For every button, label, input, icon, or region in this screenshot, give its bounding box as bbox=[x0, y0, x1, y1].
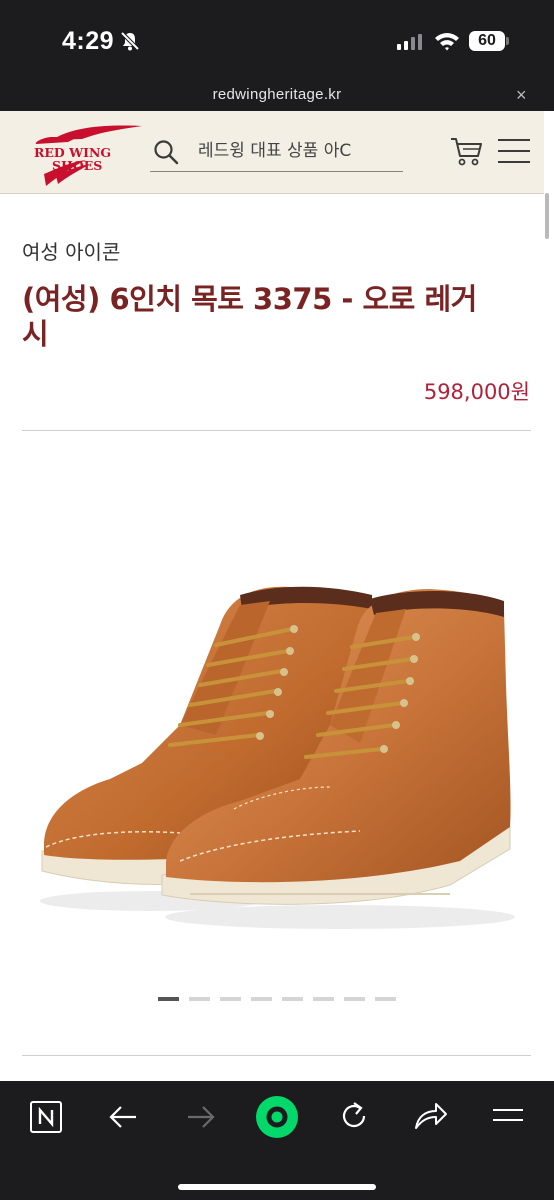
cart-icon[interactable] bbox=[450, 136, 484, 166]
search-input[interactable] bbox=[198, 138, 403, 164]
status-time: 4:29 bbox=[62, 27, 115, 55]
carousel-dot[interactable] bbox=[375, 997, 396, 1001]
browser-toolbar bbox=[0, 1081, 554, 1200]
site-header: RED WING SHOES bbox=[0, 111, 544, 194]
url-text[interactable]: redwingheritage.kr bbox=[0, 86, 554, 103]
carousel-dot[interactable] bbox=[251, 997, 272, 1001]
search-bar[interactable] bbox=[150, 133, 403, 172]
forward-arrow-icon[interactable] bbox=[186, 1102, 216, 1132]
status-bar: 4:29 60 bbox=[0, 0, 554, 80]
product-price: 598,000원 bbox=[423, 380, 530, 404]
battery-tip bbox=[506, 37, 509, 45]
carousel-dots bbox=[158, 997, 396, 1001]
menu-icon[interactable] bbox=[492, 1106, 524, 1128]
red-wing-logo[interactable]: RED WING SHOES bbox=[30, 118, 146, 188]
carousel-dot[interactable] bbox=[344, 997, 365, 1001]
product-category[interactable]: 여성 아이콘 bbox=[22, 236, 120, 265]
product-title: (여성) 6인치 목토 3375 - 오로 레거시 bbox=[22, 282, 477, 351]
carousel-dot[interactable] bbox=[282, 997, 303, 1001]
wifi-icon bbox=[435, 33, 459, 51]
bell-off-icon bbox=[120, 31, 140, 51]
close-icon[interactable]: × bbox=[516, 85, 527, 106]
page-scrollbar[interactable] bbox=[545, 193, 549, 239]
search-icon[interactable] bbox=[153, 139, 179, 165]
url-bar[interactable]: redwingheritage.kr × bbox=[0, 80, 554, 111]
carousel-dot[interactable] bbox=[220, 997, 241, 1001]
share-icon[interactable] bbox=[414, 1101, 448, 1131]
back-arrow-icon[interactable] bbox=[108, 1102, 138, 1132]
divider-bottom bbox=[22, 1055, 531, 1056]
reload-icon[interactable] bbox=[338, 1100, 370, 1132]
battery-indicator: 60 bbox=[469, 31, 505, 51]
carousel-dot[interactable] bbox=[189, 997, 210, 1001]
carousel-dot[interactable] bbox=[158, 997, 179, 1001]
green-dot-icon[interactable] bbox=[255, 1095, 299, 1139]
carousel-dot[interactable] bbox=[313, 997, 334, 1001]
divider-top bbox=[22, 430, 531, 431]
home-indicator[interactable] bbox=[178, 1184, 376, 1190]
naver-icon[interactable] bbox=[30, 1101, 62, 1133]
product-image[interactable] bbox=[30, 565, 524, 935]
signal-icon bbox=[397, 34, 422, 50]
hamburger-menu-icon[interactable] bbox=[497, 137, 531, 165]
